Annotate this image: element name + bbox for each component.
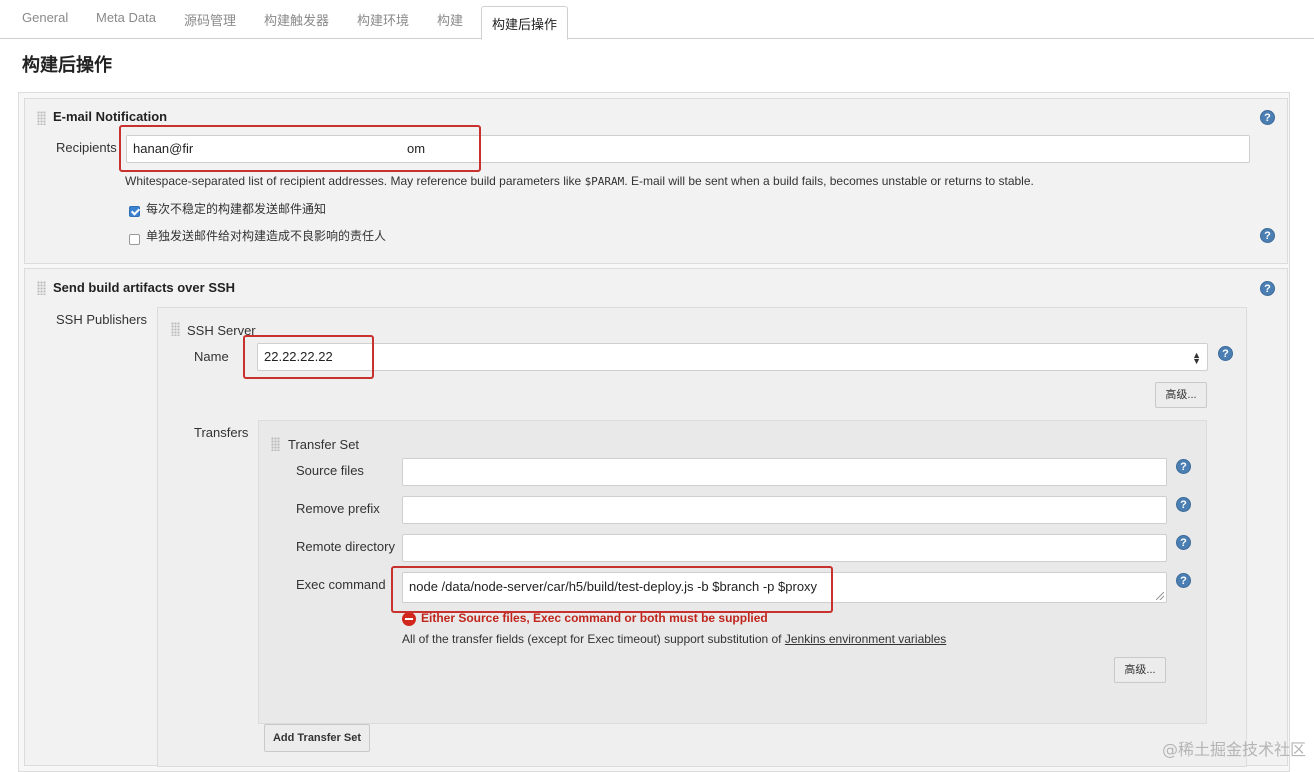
exec-command-label: Exec command — [296, 577, 386, 592]
recipients-value: hanan@fir — [133, 141, 194, 156]
unstable-notify-checkbox[interactable] — [129, 206, 140, 217]
email-notification-section: E-mail Notification ? Recipients hanan@f… — [24, 98, 1288, 264]
recipients-input[interactable]: hanan@fir om — [126, 135, 1250, 163]
transfer-set-panel: Transfer Set Source files ? Remove prefi… — [258, 420, 1207, 724]
ssh-server-advanced-button[interactable]: 高级... — [1155, 382, 1207, 408]
transfer-info-text: All of the transfer fields (except for E… — [402, 632, 946, 646]
drag-handle-icon[interactable] — [37, 281, 46, 295]
source-files-input[interactable] — [402, 458, 1167, 486]
description-param: $PARAM — [584, 175, 625, 188]
recipients-value-tail: om — [407, 141, 426, 156]
transfer-advanced-button[interactable]: 高级... — [1114, 657, 1166, 683]
help-icon[interactable]: ? — [1176, 459, 1191, 474]
tab-general[interactable]: General — [22, 10, 68, 25]
add-transfer-set-button[interactable]: Add Transfer Set — [264, 724, 370, 752]
remove-prefix-input[interactable] — [402, 496, 1167, 524]
tab-meta-data[interactable]: Meta Data — [96, 10, 156, 25]
tab-build-triggers[interactable]: 构建触发器 — [264, 10, 329, 29]
source-files-label: Source files — [296, 463, 364, 478]
transfer-set-title: Transfer Set — [288, 437, 360, 452]
drag-handle-icon[interactable] — [37, 111, 46, 125]
watermark: @稀土掘金技术社区 — [1161, 740, 1306, 759]
tab-post-build-actions[interactable]: 构建后操作 — [481, 6, 569, 40]
tab-bar: General Meta Data 源码管理 构建触发器 构建环境 构建 构建后… — [0, 0, 1314, 40]
drag-handle-icon[interactable] — [171, 322, 180, 336]
recipients-label: Recipients — [56, 140, 117, 155]
section-title-email: E-mail Notification — [53, 109, 168, 124]
name-label: Name — [194, 349, 229, 364]
exec-error-message: Either Source files, Exec command or bot… — [421, 611, 768, 625]
help-icon[interactable]: ? — [1260, 281, 1275, 296]
description-text-end: . E-mail will be sent when a build fails… — [624, 174, 1034, 188]
help-icon[interactable]: ? — [1218, 346, 1233, 361]
individual-email-checkbox[interactable] — [129, 234, 140, 245]
transfers-label: Transfers — [194, 425, 249, 440]
remove-prefix-label: Remove prefix — [296, 501, 380, 516]
help-icon[interactable]: ? — [1176, 535, 1191, 550]
page-title: 构建后操作 — [22, 55, 112, 75]
remote-directory-input[interactable] — [402, 534, 1167, 562]
drag-handle-icon[interactable] — [271, 437, 280, 451]
error-icon — [402, 612, 416, 626]
tab-build[interactable]: 构建 — [437, 10, 463, 29]
tab-source-control[interactable]: 源码管理 — [184, 10, 236, 29]
help-icon[interactable]: ? — [1176, 497, 1191, 512]
recipients-description: Whitespace-separated list of recipient a… — [125, 174, 1034, 188]
exec-command-textarea[interactable]: node /data/node-server/car/h5/build/test… — [402, 572, 1167, 603]
tab-build-environment[interactable]: 构建环境 — [357, 10, 409, 29]
section-title-ssh: Send build artifacts over SSH — [53, 280, 236, 295]
ssh-server-title: SSH Server — [187, 323, 256, 338]
exec-command-value: node /data/node-server/car/h5/build/test… — [409, 579, 818, 594]
unstable-notify-label: 每次不稳定的构建都发送邮件通知 — [146, 202, 327, 216]
jenkins-env-vars-link[interactable]: Jenkins environment variables — [785, 632, 946, 646]
help-icon[interactable]: ? — [1176, 573, 1191, 588]
resize-handle-icon[interactable] — [1156, 592, 1164, 600]
description-text: Whitespace-separated list of recipient a… — [125, 174, 585, 188]
ssh-server-name-select[interactable]: 22.22.22.22 ▲ ▼ — [257, 343, 1208, 371]
select-arrows-icon: ▲ ▼ — [1192, 350, 1201, 366]
remote-directory-label: Remote directory — [296, 539, 395, 554]
help-icon[interactable]: ? — [1260, 228, 1275, 243]
individual-email-label: 单独发送邮件给对构建造成不良影响的责任人 — [146, 229, 387, 243]
ssh-server-name-value: 22.22.22.22 — [264, 349, 333, 364]
ssh-publishers-label: SSH Publishers — [56, 312, 148, 327]
info-text: All of the transfer fields (except for E… — [402, 632, 785, 646]
help-icon[interactable]: ? — [1260, 110, 1275, 125]
